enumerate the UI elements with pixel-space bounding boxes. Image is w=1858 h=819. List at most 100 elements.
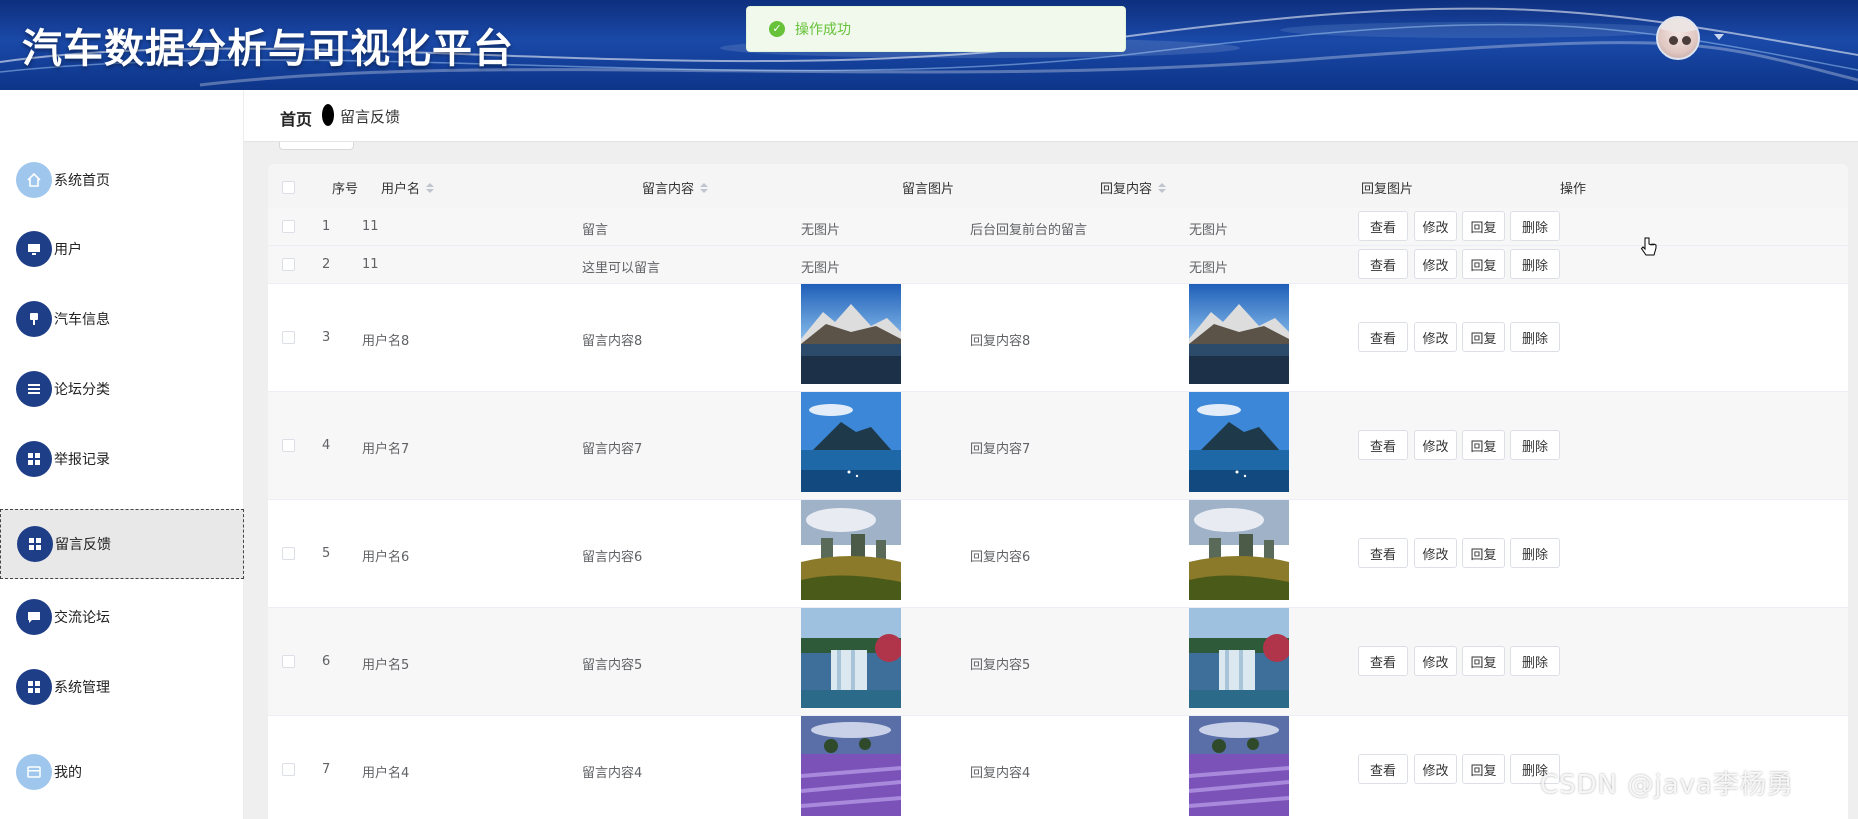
row-content: 这里可以留言 bbox=[582, 261, 661, 276]
table-row: 4 用户名7 留言内容7 回复内容7 查看 修改 回复 删除 bbox=[268, 392, 1848, 500]
card-icon bbox=[16, 754, 52, 790]
edit-button[interactable]: 修改 bbox=[1414, 430, 1457, 460]
row-reply-image[interactable] bbox=[1189, 284, 1289, 384]
sidebar-item-label: 系统管理 bbox=[54, 680, 110, 696]
sidebar-item-label: 留言反馈 bbox=[55, 537, 111, 553]
row-checkbox[interactable] bbox=[282, 763, 295, 776]
edit-button[interactable]: 修改 bbox=[1414, 249, 1457, 279]
row-reply-image[interactable] bbox=[1189, 716, 1289, 816]
reply-button[interactable]: 回复 bbox=[1462, 646, 1505, 676]
row-checkbox[interactable] bbox=[282, 258, 295, 271]
row-username: 用户名5 bbox=[362, 658, 410, 673]
sidebar-item-reports[interactable]: 举报记录 bbox=[0, 424, 244, 494]
row-checkbox[interactable] bbox=[282, 220, 295, 233]
view-button[interactable]: 查看 bbox=[1358, 211, 1408, 241]
sort-icon[interactable] bbox=[426, 182, 435, 193]
reply-button[interactable]: 回复 bbox=[1462, 754, 1505, 784]
row-content: 留言内容5 bbox=[582, 658, 643, 673]
home-icon bbox=[16, 162, 52, 198]
column-header-content[interactable]: 留言内容 bbox=[642, 178, 709, 197]
row-index: 6 bbox=[322, 654, 331, 669]
edit-button[interactable]: 修改 bbox=[1414, 538, 1457, 568]
row-reply-image[interactable] bbox=[1189, 500, 1289, 600]
row-content: 留言内容7 bbox=[582, 442, 643, 457]
sidebar-item-users[interactable]: 用户 bbox=[0, 214, 244, 284]
user-avatar[interactable] bbox=[1656, 16, 1700, 60]
row-content: 留言内容4 bbox=[582, 766, 643, 781]
row-checkbox[interactable] bbox=[282, 439, 295, 452]
success-toast: ✓ 操作成功 bbox=[746, 6, 1126, 52]
view-button[interactable]: 查看 bbox=[1358, 249, 1408, 279]
column-header-username[interactable]: 用户名 bbox=[381, 178, 435, 197]
sidebar-item-forum[interactable]: 交流论坛 bbox=[0, 582, 244, 652]
row-index: 3 bbox=[322, 330, 331, 345]
row-image[interactable] bbox=[801, 608, 901, 708]
edit-button[interactable]: 修改 bbox=[1414, 754, 1457, 784]
sidebar-item-home[interactable]: 系统首页 bbox=[0, 145, 244, 215]
delete-button[interactable]: 删除 bbox=[1510, 646, 1560, 676]
column-header-reply[interactable]: 回复内容 bbox=[1100, 178, 1167, 197]
row-image[interactable] bbox=[801, 716, 901, 816]
delete-button[interactable]: 删除 bbox=[1510, 211, 1560, 241]
toolbar-button-stub[interactable] bbox=[279, 142, 354, 150]
view-button[interactable]: 查看 bbox=[1358, 538, 1408, 568]
edit-button[interactable]: 修改 bbox=[1414, 322, 1457, 352]
sort-icon[interactable] bbox=[1158, 182, 1167, 193]
view-button[interactable]: 查看 bbox=[1358, 646, 1408, 676]
row-image[interactable] bbox=[801, 500, 901, 600]
breadcrumb-separator-icon bbox=[322, 104, 334, 126]
app-title: 汽车数据分析与可视化平台 bbox=[22, 26, 514, 72]
row-username: 11 bbox=[362, 219, 379, 234]
toast-message: 操作成功 bbox=[795, 22, 851, 38]
view-button[interactable]: 查看 bbox=[1358, 430, 1408, 460]
reply-button[interactable]: 回复 bbox=[1462, 430, 1505, 460]
sidebar-item-feedback[interactable]: 留言反馈 bbox=[0, 509, 244, 579]
row-username: 11 bbox=[362, 257, 379, 272]
row-checkbox[interactable] bbox=[282, 331, 295, 344]
column-header-index: 序号 bbox=[332, 182, 359, 197]
delete-button[interactable]: 删除 bbox=[1510, 538, 1560, 568]
check-circle-icon: ✓ bbox=[769, 21, 785, 37]
row-checkbox[interactable] bbox=[282, 655, 295, 668]
row-reply-image[interactable] bbox=[1189, 608, 1289, 708]
table-header: 序号 用户名 留言内容 留言图片 回复内容 回复图片 操作 bbox=[268, 164, 1848, 208]
view-button[interactable]: 查看 bbox=[1358, 754, 1408, 784]
row-checkbox[interactable] bbox=[282, 547, 295, 560]
row-reply: 回复内容8 bbox=[970, 334, 1031, 349]
row-content: 留言内容8 bbox=[582, 334, 643, 349]
sidebar-item-car-info[interactable]: 汽车信息 bbox=[0, 284, 244, 354]
row-reply: 回复内容7 bbox=[970, 442, 1031, 457]
edit-button[interactable]: 修改 bbox=[1414, 646, 1457, 676]
table-row: 5 用户名6 留言内容6 回复内容6 查看 修改 回复 删除 bbox=[268, 500, 1848, 608]
view-button[interactable]: 查看 bbox=[1358, 322, 1408, 352]
table-row: 3 用户名8 留言内容8 回复内容8 查看 修改 回复 删除 bbox=[268, 284, 1848, 392]
reply-button[interactable]: 回复 bbox=[1462, 211, 1505, 241]
app-root: 汽车数据分析与可视化平台 ✓ 操作成功 系统首页 用户 汽车信息 论坛分类 举报… bbox=[0, 0, 1858, 819]
row-username: 用户名8 bbox=[362, 334, 410, 349]
row-username: 用户名4 bbox=[362, 766, 410, 781]
row-image[interactable] bbox=[801, 284, 901, 384]
reply-button[interactable]: 回复 bbox=[1462, 249, 1505, 279]
breadcrumb-home[interactable]: 首页 bbox=[280, 106, 312, 130]
top-header: 汽车数据分析与可视化平台 ✓ 操作成功 bbox=[0, 0, 1858, 90]
edit-button[interactable]: 修改 bbox=[1414, 211, 1457, 241]
sidebar-item-forum-category[interactable]: 论坛分类 bbox=[0, 354, 244, 424]
delete-button[interactable]: 删除 bbox=[1510, 322, 1560, 352]
row-image[interactable] bbox=[801, 392, 901, 492]
delete-button[interactable]: 删除 bbox=[1510, 249, 1560, 279]
sidebar-item-mine[interactable]: 我的 bbox=[0, 737, 244, 807]
reply-button[interactable]: 回复 bbox=[1462, 538, 1505, 568]
delete-button[interactable]: 删除 bbox=[1510, 430, 1560, 460]
reply-button[interactable]: 回复 bbox=[1462, 322, 1505, 352]
select-all-checkbox[interactable] bbox=[282, 181, 295, 194]
row-reply-image[interactable] bbox=[1189, 392, 1289, 492]
row-content: 留言内容6 bbox=[582, 550, 643, 565]
column-header-actions: 操作 bbox=[1560, 182, 1587, 197]
table-row: 1 11 留言 无图片 后台回复前台的留言 无图片 查看 修改 回复 删除 bbox=[268, 208, 1848, 246]
row-reply-image: 无图片 bbox=[1189, 223, 1229, 238]
chevron-down-icon[interactable] bbox=[1714, 34, 1724, 40]
row-index: 1 bbox=[322, 219, 331, 234]
sort-icon[interactable] bbox=[700, 182, 709, 193]
sidebar-item-system[interactable]: 系统管理 bbox=[0, 652, 244, 722]
row-reply: 后台回复前台的留言 bbox=[970, 223, 1088, 238]
